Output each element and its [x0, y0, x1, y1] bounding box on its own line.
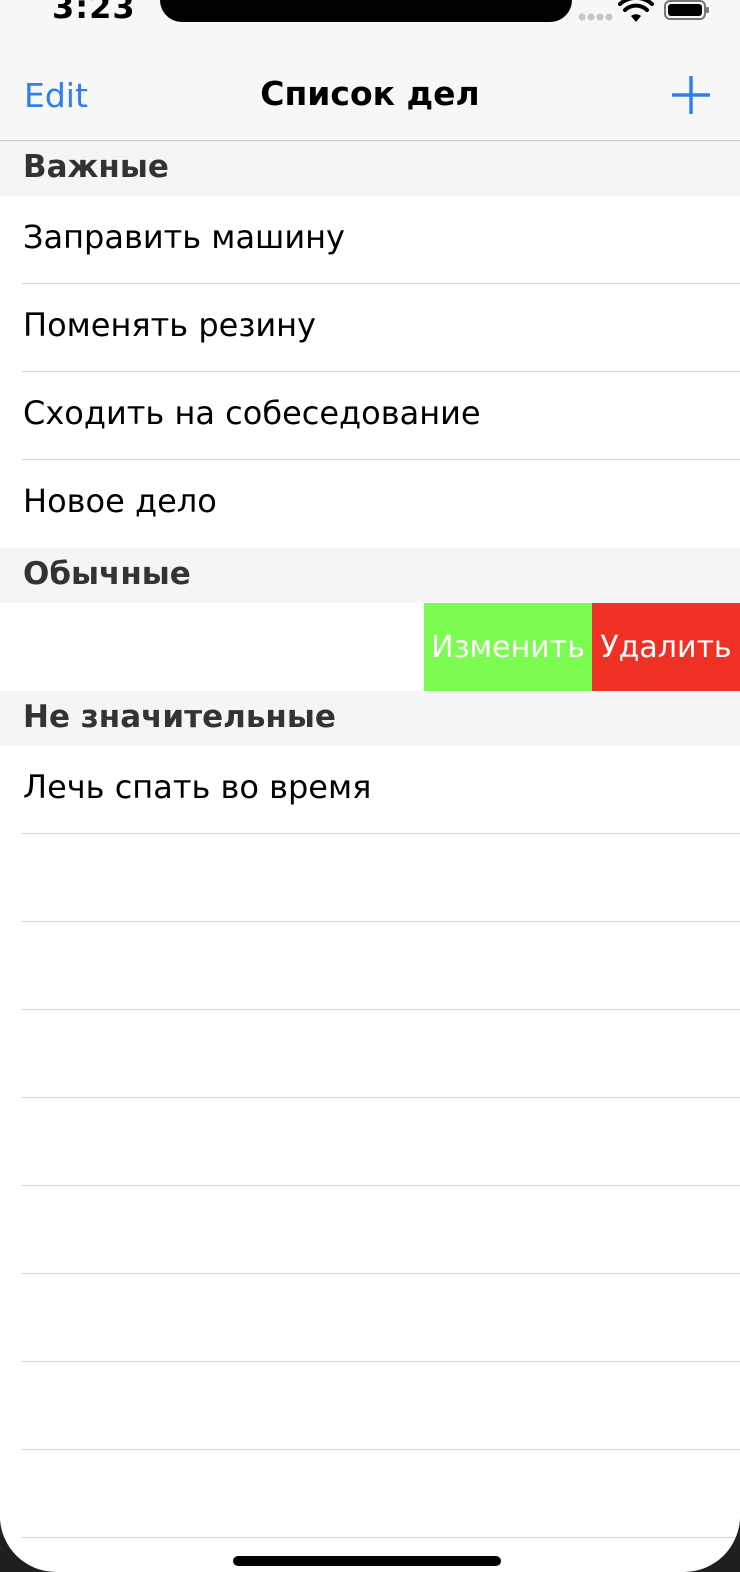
empty-row [0, 1362, 740, 1450]
task-label: Сходить на собеседование [23, 394, 481, 432]
task-list: Важные Заправить машину Поменять резину … [0, 141, 740, 1538]
task-label: Поменять резину [23, 306, 316, 344]
list-item[interactable]: Новое дело [0, 460, 740, 548]
list-item[interactable]: Сходить на собеседование [0, 372, 740, 460]
phone-screen: 3:23 Edit Список дел Важные Заправить ма… [0, 0, 740, 1572]
notch [160, 0, 572, 22]
empty-row [0, 922, 740, 1010]
task-label: Лечь спать во время [23, 768, 372, 806]
swiped-list-item[interactable]: Изменить Удалить [0, 603, 740, 691]
edit-action-button[interactable]: Изменить [424, 603, 592, 691]
list-item[interactable]: Заправить машину [0, 196, 740, 284]
wifi-icon [618, 0, 654, 22]
section-header-important: Важные [0, 141, 740, 196]
section-header-minor: Не значительные [0, 691, 740, 746]
empty-row [0, 1098, 740, 1186]
row-divider [22, 1537, 740, 1538]
empty-row [0, 1450, 740, 1538]
list-item[interactable]: Поменять резину [0, 284, 740, 372]
section-header-normal: Обычные [0, 548, 740, 603]
plus-icon[interactable] [672, 76, 710, 114]
list-item[interactable]: Лечь спать во время [0, 746, 740, 834]
page-title: Список дел [260, 74, 480, 113]
empty-row [0, 1010, 740, 1098]
empty-row [0, 834, 740, 922]
status-time: 3:23 [52, 0, 136, 26]
task-label: Новое дело [23, 482, 217, 520]
signal-icon [578, 13, 613, 21]
task-label: Заправить машину [23, 218, 345, 256]
section-title: Не значительные [23, 699, 336, 735]
section-title: Обычные [23, 556, 191, 592]
empty-row [0, 1186, 740, 1274]
battery-icon [664, 0, 709, 20]
home-indicator[interactable] [233, 1556, 501, 1566]
navigation-bar: Edit Список дел [0, 44, 740, 141]
empty-row [0, 1274, 740, 1362]
delete-action-button[interactable]: Удалить [592, 603, 740, 691]
status-bar: 3:23 [0, 0, 740, 44]
section-title: Важные [23, 149, 169, 185]
